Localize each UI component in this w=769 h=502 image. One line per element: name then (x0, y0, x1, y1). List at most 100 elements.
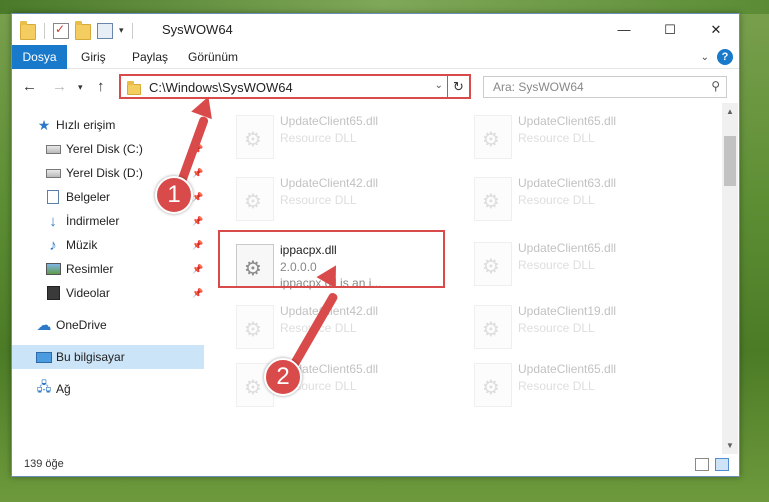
quick-access-toolbar: ▾ (20, 21, 135, 40)
close-button[interactable]: ✕ (693, 14, 739, 45)
nav-item-local-disk-c[interactable]: Yerel Disk (C:) 📌 (12, 137, 204, 161)
star-icon: ★ (37, 116, 51, 133)
nav-item-pictures[interactable]: Resimler 📌 (12, 257, 204, 281)
ribbon-tabs: Dosya Giriş Paylaş Görünüm ⌄ ? (12, 45, 739, 69)
scroll-thumb[interactable] (724, 136, 736, 186)
dll-file-icon: ⚙ (474, 242, 512, 286)
search-icon[interactable]: ⚲ (711, 79, 720, 93)
pin-icon[interactable]: 📌 (192, 264, 203, 275)
drive-icon (45, 142, 61, 156)
pin-icon[interactable]: 📌 (192, 168, 203, 179)
chevron-down-icon[interactable]: ⌄ (435, 80, 443, 91)
dll-file-icon: ⚙ (474, 363, 512, 407)
documents-icon (45, 190, 61, 204)
nav-label: Videolar (66, 286, 110, 300)
file-description: Resource DLL (280, 131, 357, 145)
pin-icon[interactable]: 📌 (192, 240, 203, 251)
nav-network[interactable]: 🖧 Ağ (12, 377, 204, 401)
file-item[interactable]: ⚙ UpdateClient65.dll Resource DLL (232, 109, 456, 165)
details-view-icon[interactable] (695, 458, 709, 471)
nav-label: Hızlı erişim (56, 118, 116, 132)
recent-locations-icon[interactable]: ▾ (78, 82, 83, 93)
dll-file-icon: ⚙ (474, 115, 512, 159)
tab-view[interactable]: Görünüm (188, 45, 238, 69)
file-description: Resource DLL (518, 321, 595, 335)
nav-item-music[interactable]: ♪ Müzik 📌 (12, 233, 204, 257)
file-name: UpdateClient42.dll (280, 176, 379, 190)
forward-icon[interactable]: → (52, 78, 67, 95)
nav-label: Ağ (56, 382, 71, 396)
toolbar-divider (131, 22, 133, 39)
step-badge-1: 1 (155, 176, 193, 214)
chevron-down-icon[interactable]: ▾ (119, 25, 124, 36)
pin-icon[interactable]: 📌 (192, 216, 203, 227)
file-item[interactable]: ⚙ UpdateClient42.dll Resource DLL (232, 299, 456, 355)
file-description: Resource DLL (518, 193, 595, 207)
status-bar: 139 öğe (12, 454, 739, 476)
file-name: UpdateClient19.dll (518, 304, 617, 318)
dll-file-icon: ⚙ (474, 177, 512, 221)
nav-this-pc[interactable]: Bu bilgisayar (12, 345, 204, 369)
title-bar: ▾ SysWOW64 — ☐ ✕ (12, 14, 739, 45)
nav-label: İndirmeler (66, 214, 120, 228)
music-icon: ♪ (49, 236, 57, 254)
file-name: UpdateClient65.dll (518, 241, 617, 255)
file-item[interactable]: ⚙ UpdateClient65.dll Resource DLL (470, 236, 694, 292)
address-path[interactable]: C:\Windows\SysWOW64 (149, 80, 293, 95)
nav-label: Yerel Disk (D:) (66, 166, 143, 180)
pin-icon[interactable]: 📌 (192, 288, 203, 299)
nav-item-videos[interactable]: Videolar 📌 (12, 281, 204, 305)
drive-icon (45, 166, 61, 180)
tab-file[interactable]: Dosya (12, 45, 67, 69)
address-bar[interactable]: C:\Windows\SysWOW64 ⌄ ↻ (119, 74, 471, 99)
search-input[interactable]: Ara: SysWOW64 ⚲ (483, 76, 727, 98)
pin-icon[interactable]: 📌 (192, 192, 203, 203)
network-icon: 🖧 (36, 379, 52, 394)
file-item[interactable]: ⚙ UpdateClient19.dll Resource DLL (470, 299, 694, 355)
tab-home[interactable]: Giriş (81, 45, 106, 69)
file-item[interactable]: ⚙ UpdateClient42.dll Resource DLL (232, 171, 456, 227)
tab-share[interactable]: Paylaş (132, 45, 168, 69)
help-icon[interactable]: ? (717, 49, 733, 65)
toolbar-divider (44, 22, 45, 39)
nav-label: Belgeler (66, 190, 111, 204)
expand-ribbon-icon[interactable]: ⌄ (701, 52, 709, 63)
file-item[interactable]: ⚙ UpdateClient65.dll Resource DLL (470, 357, 694, 413)
file-item[interactable]: ⚙ UpdateClient65.dll Resource DLL (470, 109, 694, 165)
minimize-button[interactable]: — (601, 14, 647, 45)
file-name: UpdateClient63.dll (518, 176, 617, 190)
scroll-down-icon[interactable]: ▼ (722, 437, 738, 454)
properties-check-icon[interactable] (53, 22, 69, 39)
tiles-view-icon[interactable] (715, 458, 729, 471)
nav-quick-access[interactable]: ★ Hızlı erişim (12, 113, 204, 137)
nav-label: OneDrive (56, 318, 107, 332)
folder-icon[interactable] (20, 21, 36, 40)
window-title: SysWOW64 (162, 22, 233, 37)
nav-label: Yerel Disk (C:) (66, 142, 143, 156)
cloud-icon: ☁ (36, 317, 52, 334)
file-name: UpdateClient65.dll (280, 114, 379, 128)
vertical-scrollbar[interactable]: ▲ ▼ (722, 103, 738, 454)
back-icon[interactable]: ← (22, 78, 37, 95)
scroll-up-icon[interactable]: ▲ (722, 103, 738, 120)
navigation-pane: ★ Hızlı erişim Yerel Disk (C:) 📌 Yerel D… (12, 111, 206, 454)
folder-icon (127, 81, 141, 95)
nav-onedrive[interactable]: ☁ OneDrive (12, 313, 204, 337)
file-name: UpdateClient65.dll (518, 362, 617, 376)
properties-icon[interactable] (97, 22, 113, 39)
pictures-icon (45, 262, 61, 276)
file-description: Resource DLL (518, 379, 595, 393)
nav-label: Resimler (66, 262, 114, 276)
new-folder-icon[interactable] (75, 21, 91, 40)
dll-file-icon: ⚙ (474, 305, 512, 349)
refresh-icon[interactable]: ↻ (447, 76, 469, 97)
up-icon[interactable]: ↑ (97, 78, 105, 95)
maximize-button[interactable]: ☐ (647, 14, 693, 45)
file-description: Resource DLL (280, 193, 357, 207)
dll-file-icon: ⚙ (236, 177, 274, 221)
navigation-bar: ← → ▾ ↑ C:\Windows\SysWOW64 ⌄ ↻ Ara: Sys… (12, 70, 739, 103)
file-description: Resource DLL (518, 258, 595, 272)
item-count: 139 öğe (24, 458, 64, 470)
computer-icon (36, 350, 52, 364)
file-item[interactable]: ⚙ UpdateClient63.dll Resource DLL (470, 171, 694, 227)
